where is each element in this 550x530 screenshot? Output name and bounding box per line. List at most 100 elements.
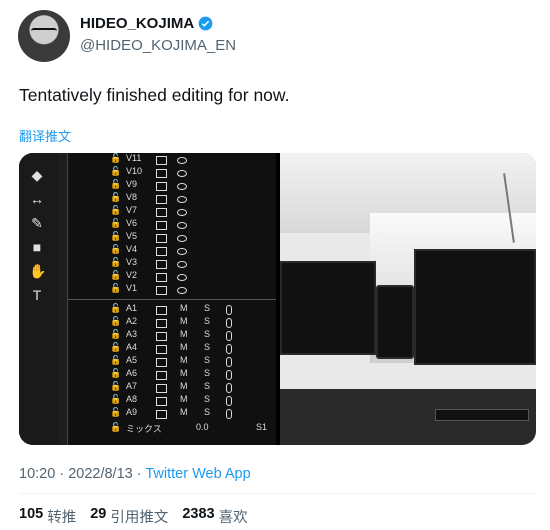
rectangle-tool-icon: ■: [32, 239, 42, 255]
razor-tool-icon: ◆: [31, 167, 43, 183]
audio-track-row: 🔓 A7 M S: [68, 381, 276, 394]
media-image-desk[interactable]: [280, 153, 536, 445]
lock-icon: 🔓: [110, 283, 122, 293]
track-name: V4: [126, 244, 138, 254]
video-track-row: 🔓 V3: [68, 257, 276, 270]
solo-toggle: S: [204, 394, 211, 404]
pen-tool-icon: ✎: [31, 215, 43, 231]
track-name: A9: [126, 407, 138, 417]
lock-icon: 🔓: [110, 316, 122, 326]
mix-label: ミックス: [126, 424, 162, 434]
slip-tool-icon: ↔: [30, 191, 44, 207]
mic-icon: [226, 357, 232, 367]
mute-toggle: M: [180, 394, 188, 404]
lock-icon: 🔓: [110, 381, 122, 391]
eye-icon: [177, 235, 187, 242]
translate-link[interactable]: 翻译推文: [19, 126, 71, 145]
solo-toggle: S: [204, 381, 211, 391]
film-icon: [156, 286, 167, 295]
video-track-row: 🔓 V8: [68, 192, 276, 205]
lock-icon: 🔓: [110, 166, 122, 176]
mix-value: 0.0: [196, 422, 209, 432]
film-icon: [156, 169, 167, 178]
track-name: V9: [126, 179, 138, 189]
lock-icon: 🔓: [110, 192, 122, 202]
track-name: V5: [126, 231, 138, 241]
eye-icon: [177, 170, 187, 177]
mix-s1: S1: [256, 422, 268, 432]
type-tool-icon: T: [32, 287, 42, 303]
film-icon: [156, 273, 167, 282]
film-icon: [156, 371, 167, 380]
lock-icon: 🔓: [110, 270, 122, 280]
video-track-row: 🔓 V2: [68, 270, 276, 283]
audio-track-row: 🔓 A4 M S: [68, 342, 276, 355]
lock-icon: 🔓: [110, 244, 122, 254]
hand-tool-icon: ✋: [29, 263, 47, 279]
mic-icon: [226, 409, 232, 419]
track-divider: [68, 299, 276, 300]
film-icon: [156, 208, 167, 217]
retweets-count: 105: [19, 506, 44, 522]
author-handle[interactable]: @HIDEO_KOJIMA_EN: [80, 37, 236, 54]
video-track-row: 🔓 V11: [68, 153, 276, 166]
track-name: V2: [126, 270, 138, 280]
mic-icon: [226, 331, 232, 341]
lock-icon: 🔓: [110, 422, 122, 432]
verified-badge-icon: [198, 16, 213, 31]
mute-toggle: M: [180, 329, 188, 339]
avatar[interactable]: [18, 10, 70, 62]
lock-icon: 🔓: [110, 394, 122, 404]
mic-icon: [226, 344, 232, 354]
likes-label: 喜欢: [218, 510, 248, 526]
track-name: V10: [126, 166, 143, 176]
tweet-date[interactable]: 2022/8/13: [68, 466, 133, 482]
mute-toggle: M: [180, 303, 188, 313]
video-track-row: 🔓 V4: [68, 244, 276, 257]
lock-icon: 🔓: [110, 342, 122, 352]
film-icon: [156, 319, 167, 328]
track-name: A2: [126, 316, 138, 326]
retweets-stat[interactable]: 105 转推: [19, 506, 76, 527]
keyboard: [435, 409, 529, 421]
meta-separator: ·: [136, 466, 142, 482]
media-image-editor[interactable]: ◆ ↔ ✎ ■ ✋ T 🔓 V11 🔓 V10 🔓 V9 🔓 V8 🔓 V7 🔓 V6 🔓 V5 🔓 V4 🔓 V…: [19, 153, 276, 445]
track-name: A1: [126, 303, 138, 313]
video-track-row: 🔓 V7: [68, 205, 276, 218]
mute-toggle: M: [180, 368, 188, 378]
track-name: A4: [126, 342, 138, 352]
eye-icon: [177, 248, 187, 255]
author-name-row[interactable]: HIDEO_KOJIMA: [80, 15, 213, 32]
mute-toggle: M: [180, 316, 188, 326]
engagement-stats: 105 转推 29 引用推文 2383 喜欢: [19, 506, 248, 527]
film-icon: [156, 182, 167, 191]
mute-toggle: M: [180, 381, 188, 391]
lock-icon: 🔓: [110, 257, 122, 267]
film-icon: [156, 397, 167, 406]
likes-stat[interactable]: 2383 喜欢: [182, 506, 247, 527]
mic-icon: [226, 370, 232, 380]
film-icon: [156, 247, 167, 256]
video-track-row: 🔓 V9: [68, 179, 276, 192]
tweet-time[interactable]: 10:20: [19, 466, 55, 482]
solo-toggle: S: [204, 303, 211, 313]
right-monitor: [414, 249, 536, 365]
track-name: A6: [126, 368, 138, 378]
solo-toggle: S: [204, 316, 211, 326]
eye-icon: [177, 196, 187, 203]
track-name: A5: [126, 355, 138, 365]
editor-toolbar: ◆ ↔ ✎ ■ ✋ T: [19, 153, 59, 445]
tweet-meta: 10:20 · 2022/8/13 · Twitter Web App: [19, 466, 251, 482]
speaker: [376, 285, 414, 359]
left-monitor: [280, 261, 376, 355]
quotes-count: 29: [90, 506, 107, 522]
source-app-link[interactable]: Twitter Web App: [145, 466, 250, 482]
audio-track-row: 🔓 A6 M S: [68, 368, 276, 381]
author-name[interactable]: HIDEO_KOJIMA: [80, 15, 194, 32]
film-icon: [156, 332, 167, 341]
mute-toggle: M: [180, 342, 188, 352]
lock-icon: 🔓: [110, 407, 122, 417]
track-name: V3: [126, 257, 138, 267]
quotes-stat[interactable]: 29 引用推文: [90, 506, 168, 527]
video-track-row: 🔓 V10: [68, 166, 276, 179]
